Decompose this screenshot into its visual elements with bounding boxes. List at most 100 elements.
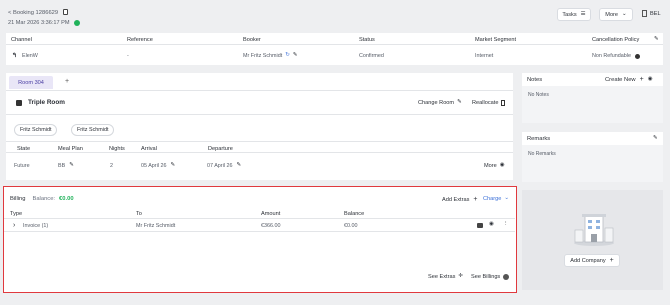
eye-icon[interactable]: ◉ — [648, 76, 653, 83]
notes-title: Notes — [527, 77, 543, 83]
arrival-value[interactable]: 05 April 26 ✎ — [141, 163, 175, 169]
edit-remarks-icon[interactable]: ✎ — [653, 135, 658, 142]
room-type-icon — [16, 100, 22, 106]
add-company-label: Add Company — [570, 257, 606, 264]
market-segment-value: Internet — [475, 53, 494, 59]
invoice-to: Mr Fritz Schmidt — [136, 223, 176, 229]
tasks-button[interactable]: Tasks ☰ — [557, 8, 591, 21]
channel-icon: ↰ — [12, 53, 18, 59]
charge-dropdown[interactable]: Charge ⌄ — [483, 196, 509, 202]
company-card: Add Company + — [522, 190, 663, 290]
departure-value[interactable]: 07 April 26 ✎ — [207, 163, 241, 169]
see-billings-label: See Billings — [471, 274, 501, 280]
col-state: State — [17, 146, 31, 152]
cart-icon: ✛ — [458, 273, 464, 280]
reallocate-button[interactable]: Reallocate — [472, 100, 506, 106]
remarks-header: Remarks ✎ — [522, 132, 663, 145]
building-illustration-icon — [574, 214, 614, 246]
back-link-label: < Booking 1286629 — [8, 10, 59, 16]
add-extras-label: Add Extras — [442, 196, 470, 203]
room-header: Triple Room Change Room ✎ Reallocate — [6, 90, 513, 114]
room-more-button[interactable]: More ◉ — [484, 163, 505, 169]
info-icon[interactable] — [634, 53, 640, 59]
notes-empty-text: No Notes — [528, 92, 549, 98]
plus-icon: + — [639, 76, 644, 83]
chevron-right-icon[interactable]: › — [13, 222, 15, 229]
charge-label: Charge — [483, 196, 502, 202]
print-icon[interactable] — [477, 223, 483, 228]
billing-header-row: Type To Amount Balance — [4, 209, 515, 218]
cancellation-policy-value: Non Refundable — [592, 53, 640, 59]
col-reference: Reference — [127, 37, 153, 43]
remarks-empty-text: No Remarks — [528, 151, 556, 157]
room-type-title: Triple Room — [28, 99, 65, 106]
notes-header: Notes Create New + ◉ — [522, 73, 663, 86]
edit-booker-icon[interactable]: ✎ — [293, 53, 298, 59]
plus-icon: + — [609, 257, 614, 264]
stay-table: State Meal Plan Nights Arrival Departure… — [6, 141, 513, 180]
more-button[interactable]: More ⌄ — [599, 8, 633, 21]
guest-chip[interactable]: Fritz Schmidt — [71, 124, 115, 136]
guest-row: Fritz Schmidt Fritz Schmidt — [6, 114, 513, 141]
add-company-button[interactable]: Add Company + — [564, 254, 620, 267]
balance-value: €0.00 — [59, 196, 74, 202]
add-extras-button[interactable]: Add Extras + — [442, 196, 477, 203]
nights-value: 2 — [110, 163, 113, 169]
booker-value[interactable]: Mr Fritz Schmidt ↻ ✎ — [243, 53, 298, 59]
col-balance: Balance — [344, 211, 365, 217]
create-note-button[interactable]: Create New + ◉ — [605, 76, 653, 83]
col-to: To — [136, 211, 142, 217]
edit-icon: ✎ — [170, 162, 176, 169]
reallocate-icon — [501, 100, 506, 106]
guest-chip[interactable]: Fritz Schmidt — [14, 124, 58, 136]
link-icon[interactable]: ↻ — [285, 53, 290, 59]
booking-datetime: 21 Mar 2026 3:36:17 PM — [8, 20, 80, 26]
room-more-label: More — [484, 163, 497, 169]
billing-header: Billing Balance: €0.00 — [10, 196, 74, 202]
eye-icon[interactable]: ◉ — [489, 221, 494, 228]
balance-label: Balance: — [32, 196, 56, 202]
status-value: Confirmed — [359, 53, 384, 59]
chevron-down-icon: ⌄ — [622, 10, 627, 17]
invoice-row[interactable]: › Invoice (1) Mr Fritz Schmidt €366.00 €… — [4, 218, 515, 232]
invoice-type: Invoice (1) — [23, 223, 49, 229]
tasks-label: Tasks — [562, 11, 577, 18]
billing-card: Billing Balance: €0.00 Add Extras + Char… — [3, 186, 517, 293]
col-channel: Channel — [11, 37, 32, 43]
billing-icon — [503, 274, 510, 280]
channel-value: ElenW — [22, 53, 38, 59]
state-value: Future — [14, 163, 30, 169]
see-extras-label: See Extras — [428, 274, 456, 280]
booker-name: Mr Fritz Schmidt — [243, 53, 283, 59]
language-selector[interactable]: BEL — [642, 10, 661, 17]
room-tab-label: Room 304 — [18, 79, 44, 86]
col-departure: Departure — [208, 146, 233, 152]
billing-title: Billing — [10, 196, 26, 202]
meal-plan-value[interactable]: BB ✎ — [58, 163, 74, 169]
copy-icon[interactable] — [63, 9, 68, 15]
eye-icon: ◉ — [499, 162, 505, 169]
col-market-segment: Market Segment — [475, 37, 517, 43]
list-icon: ☰ — [580, 10, 586, 17]
room-tab-bar: Room 304 + — [6, 73, 513, 90]
plus-icon: + — [473, 196, 478, 203]
col-amount: Amount — [261, 211, 281, 217]
datetime-text: 21 Mar 2026 3:36:17 PM — [8, 20, 70, 26]
col-status: Status — [359, 37, 375, 43]
back-link[interactable]: < Booking 1286629 — [8, 10, 58, 16]
invoice-amount: €366.00 — [261, 223, 281, 229]
departure-text: 07 April 26 — [207, 163, 233, 169]
col-arrival: Arrival — [141, 146, 157, 152]
change-room-button[interactable]: Change Room ✎ — [418, 100, 462, 106]
meal-plan-text: BB — [58, 163, 66, 169]
arrival-text: 05 April 26 — [141, 163, 167, 169]
edit-policy-icon[interactable]: ✎ — [654, 36, 659, 43]
kebab-menu-icon[interactable]: ⋮ — [503, 221, 509, 228]
tab-room-304[interactable]: Room 304 — [9, 76, 53, 89]
edit-icon: ✎ — [457, 99, 462, 106]
see-extras-button[interactable]: See Extras ✛ — [428, 274, 463, 280]
edit-icon: ✎ — [69, 162, 74, 169]
see-billings-button[interactable]: See Billings — [471, 274, 510, 280]
add-room-tab-button[interactable]: + — [65, 78, 69, 85]
booking-summary-card: Channel Reference Booker Status Market S… — [6, 33, 663, 65]
